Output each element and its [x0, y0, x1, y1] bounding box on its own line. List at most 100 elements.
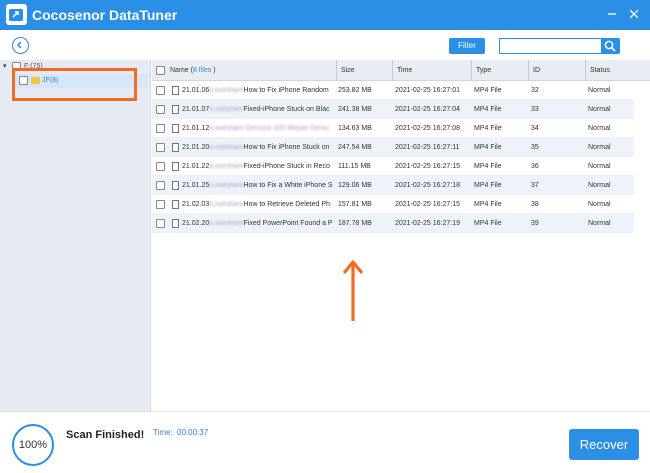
file-name-date: 21.01.12	[182, 125, 210, 132]
file-name-date: 21.01.07	[182, 106, 210, 113]
cell-time: 2021-02-25 16:27:08	[395, 125, 460, 132]
table-row[interactable]: 21.01.06iLoveshareHow to Fix iPhone Rand…	[152, 81, 634, 100]
row-checkbox[interactable]	[156, 200, 165, 209]
progress-indicator: 100%	[12, 424, 54, 466]
row-checkbox[interactable]	[156, 162, 165, 171]
tree-root-checkbox[interactable]	[12, 62, 21, 71]
file-table: Name (8 files ) Size Time Type ID Status…	[152, 60, 650, 411]
column-header-type[interactable]: Type	[471, 60, 528, 81]
tree-item-checkbox[interactable]	[19, 76, 28, 85]
search-button[interactable]	[601, 38, 620, 54]
cell-time: 2021-02-25 16:27:19	[395, 220, 460, 227]
title-bar: Cocosenor DataTuner	[0, 0, 650, 30]
cell-status: Normal	[588, 106, 611, 113]
cell-type: MP4 File	[474, 87, 502, 94]
cell-type: MP4 File	[474, 201, 502, 208]
table-row[interactable]: 21.02.20iLoveshareFixed PowerPoint Found…	[152, 214, 634, 233]
file-name-blurred: iLoveshare	[209, 163, 244, 170]
cell-time: 2021-02-25 16:27:04	[395, 106, 460, 113]
table-header: Name (8 files ) Size Time Type ID Status	[152, 60, 650, 81]
cell-time: 2021-02-25 16:27:15	[395, 163, 460, 170]
cell-id: 34	[531, 125, 539, 132]
file-name-title: Fixed-iPhone Stuck in Reco	[243, 163, 330, 170]
row-checkbox[interactable]	[156, 86, 165, 95]
file-name: 21.01.22iLoveshareFixed-iPhone Stuck in …	[182, 157, 334, 176]
tree-item-jf[interactable]: JF(8)	[15, 74, 147, 88]
file-name-title: How to Fix iPhone Random	[243, 87, 329, 94]
file-name: 21.01.06iLoveshareHow to Fix iPhone Rand…	[182, 81, 334, 100]
expand-icon[interactable]: ▾	[3, 62, 7, 70]
search-icon	[604, 40, 616, 52]
file-icon	[172, 181, 179, 190]
file-name: 21.02.20iLoveshareFixed PowerPoint Found…	[182, 214, 334, 233]
cell-type: MP4 File	[474, 182, 502, 189]
file-count: 8 files	[192, 67, 212, 74]
cell-size: 134.63 MB	[338, 125, 372, 132]
file-name: 21.02.03iLoveshareHow to Retrieve Delete…	[182, 195, 334, 214]
file-name: 21.01.07iLoveshareFixed-iPhone Stuck on …	[182, 100, 334, 119]
row-checkbox[interactable]	[156, 219, 165, 228]
close-icon[interactable]	[626, 6, 642, 22]
table-row[interactable]: 21.01.20iLoveshareHow to Fix iPhone Stuc…	[152, 138, 634, 157]
cell-type: MP4 File	[474, 163, 502, 170]
cell-id: 35	[531, 144, 539, 151]
file-name: 21.01.12iLoveshare Genuine iOS Repair Ge…	[182, 119, 334, 138]
cell-size: 241.38 MB	[338, 106, 372, 113]
up-arrow-icon	[342, 260, 364, 321]
row-checkbox[interactable]	[156, 181, 165, 190]
tree-item-label: JF(8)	[42, 77, 59, 84]
row-checkbox[interactable]	[156, 143, 165, 152]
table-row[interactable]: 21.02.03iLoveshareHow to Retrieve Delete…	[152, 195, 634, 214]
search-input[interactable]	[499, 38, 601, 54]
cell-size: 247.54 MB	[338, 144, 372, 151]
file-name-date: 21.01.25	[182, 182, 210, 189]
select-all-checkbox[interactable]	[156, 66, 165, 75]
file-name-date: 21.01.06	[182, 87, 210, 94]
table-row[interactable]: 21.01.12iLoveshare Genuine iOS Repair Ge…	[152, 119, 634, 138]
cell-type: MP4 File	[474, 144, 502, 151]
cell-time: 2021-02-25 16:27:11	[395, 144, 460, 151]
folder-tree: ▾ F:(75) JF(8)	[0, 60, 151, 411]
cell-id: 37	[531, 182, 539, 189]
file-name-title: How to Fix iPhone Stuck on	[243, 144, 330, 151]
name-header-prefix: Name (	[170, 67, 193, 74]
file-name-blurred: iLoveshare	[209, 182, 244, 189]
table-row[interactable]: 21.01.07iLoveshareFixed-iPhone Stuck on …	[152, 100, 634, 119]
file-name-blurred: iLoveshare	[209, 144, 244, 151]
column-header-time[interactable]: Time	[392, 60, 471, 81]
back-button[interactable]	[12, 37, 29, 54]
cell-type: MP4 File	[474, 125, 502, 132]
cell-size: 157.81 MB	[338, 201, 372, 208]
file-icon	[172, 143, 179, 152]
file-name: 21.01.25iLoveshareHow to Fix a White iPh…	[182, 176, 334, 195]
file-name-date: 21.01.22	[182, 163, 210, 170]
file-name-date: 21.02.20	[182, 220, 210, 227]
table-row[interactable]: 21.01.25iLoveshareHow to Fix a White iPh…	[152, 176, 634, 195]
cell-size: 187.78 MB	[338, 220, 372, 227]
cell-id: 33	[531, 106, 539, 113]
cell-status: Normal	[588, 87, 611, 94]
cell-status: Normal	[588, 144, 611, 151]
column-header-size[interactable]: Size	[336, 60, 392, 81]
tree-root-label: F:(75)	[24, 63, 43, 70]
row-checkbox[interactable]	[156, 124, 165, 133]
column-header-id[interactable]: ID	[528, 60, 585, 81]
column-header-name[interactable]: Name (8 files )	[166, 60, 336, 81]
cell-size: 253.82 MB	[338, 87, 372, 94]
file-icon	[172, 105, 179, 114]
row-checkbox[interactable]	[156, 105, 165, 114]
file-icon	[172, 86, 179, 95]
filter-button[interactable]: Filter	[449, 38, 485, 54]
minimize-icon[interactable]	[604, 6, 620, 22]
name-header-suffix: )	[211, 67, 216, 74]
cell-id: 36	[531, 163, 539, 170]
column-header-status[interactable]: Status	[585, 60, 650, 81]
table-row[interactable]: 21.01.22iLoveshareFixed-iPhone Stuck in …	[152, 157, 634, 176]
status-footer: 100% Scan Finished! Time: 00:00:37 Recov…	[0, 411, 650, 473]
recover-button[interactable]: Recover	[569, 429, 639, 460]
file-icon	[172, 124, 179, 133]
cell-id: 32	[531, 87, 539, 94]
file-name-blurred: iLoveshare	[209, 87, 244, 94]
cell-time: 2021-02-25 16:27:15	[395, 201, 460, 208]
tree-root[interactable]: ▾ F:(75)	[3, 62, 143, 74]
